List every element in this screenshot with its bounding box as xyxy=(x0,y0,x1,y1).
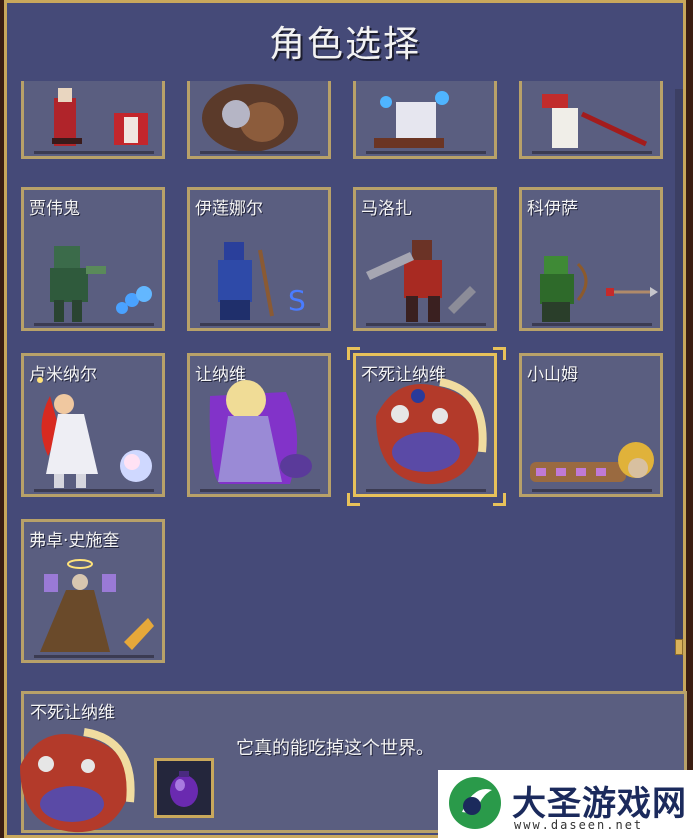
detail-description: 它真的能吃掉这个世界。 xyxy=(236,738,434,759)
screen-title: 角色选择 xyxy=(268,24,421,65)
selection-corner xyxy=(493,493,506,506)
character-grid: 贾伟鬼 伊莲娜尔 S 马洛扎 科伊萨 卢米纳尔 让纳维 不死让纳维 小山姆 弗卓… xyxy=(21,81,673,681)
selection-corner xyxy=(347,493,360,506)
character-card[interactable] xyxy=(353,81,497,159)
starting-weapon-slot[interactable] xyxy=(154,758,214,818)
selection-corner xyxy=(347,347,360,360)
character-portrait xyxy=(34,246,154,326)
character-card[interactable]: 卢米纳尔 xyxy=(21,353,165,497)
character-card[interactable]: 科伊萨 xyxy=(519,187,663,331)
character-card[interactable]: 贾伟鬼 xyxy=(21,187,165,331)
watermark-url: www.daseen.net xyxy=(514,818,644,832)
character-portrait xyxy=(34,377,154,492)
character-card[interactable]: 马洛扎 xyxy=(353,187,497,331)
brand-logo-icon xyxy=(449,777,501,829)
character-card[interactable]: 伊莲娜尔 S xyxy=(187,187,331,331)
character-portrait xyxy=(200,84,320,154)
character-portrait xyxy=(366,91,486,154)
selection-corner xyxy=(493,347,506,360)
character-card[interactable]: 小山姆 xyxy=(519,353,663,497)
purple-orb-icon xyxy=(170,771,198,807)
character-portrait xyxy=(366,378,487,492)
character-portrait xyxy=(530,442,654,492)
character-card[interactable]: 弗卓·史施奎 xyxy=(21,519,165,663)
svg-text:S: S xyxy=(288,284,306,317)
character-portrait xyxy=(532,94,652,154)
character-card[interactable]: 让纳维 xyxy=(187,353,331,497)
character-portrait xyxy=(34,88,154,154)
character-card[interactable] xyxy=(187,81,331,159)
character-portrait xyxy=(34,559,154,658)
character-portrait: S xyxy=(200,242,320,326)
character-portrait xyxy=(532,256,658,326)
character-select-window: 角色选择 贾伟鬼 伊莲娜尔 S 马洛扎 科伊萨 卢米纳尔 让纳维 不死让纳维 小… xyxy=(4,0,687,838)
scrollbar-thumb[interactable] xyxy=(675,639,683,655)
scrollbar[interactable] xyxy=(675,89,683,655)
character-card[interactable] xyxy=(519,81,663,159)
detail-portrait xyxy=(20,728,135,833)
character-portrait xyxy=(366,240,486,326)
character-card[interactable] xyxy=(21,81,165,159)
character-card-selected[interactable]: 不死让纳维 xyxy=(353,353,497,497)
watermark: 大圣游戏网 www.daseen.net xyxy=(438,770,693,838)
character-portrait xyxy=(200,380,320,492)
